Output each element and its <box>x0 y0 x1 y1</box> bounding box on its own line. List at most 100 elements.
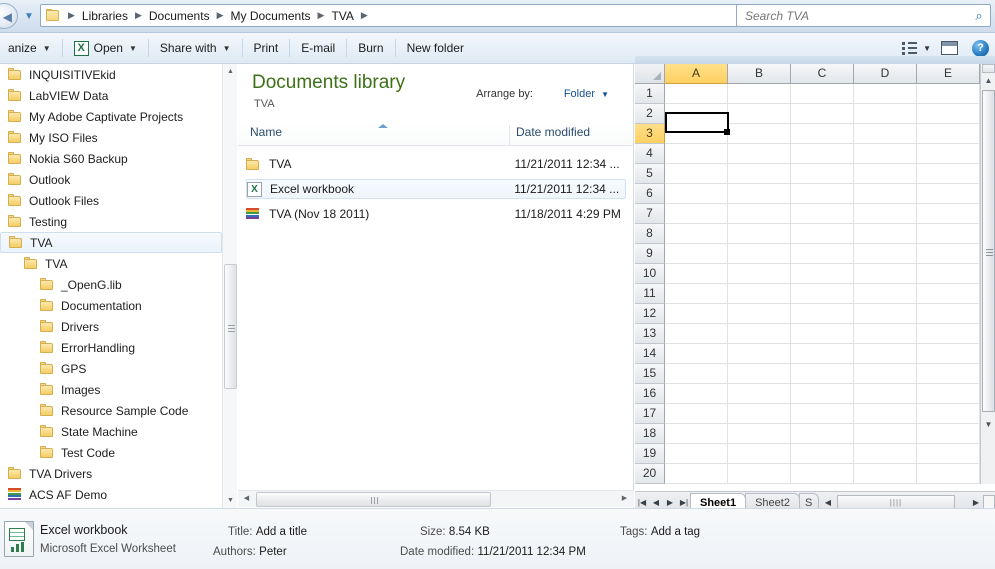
excel-cell-E11[interactable] <box>917 284 980 304</box>
excel-cell-A16[interactable] <box>665 384 728 404</box>
excel-cell-B5[interactable] <box>728 164 791 184</box>
excel-cell-A7[interactable] <box>665 204 728 224</box>
tree-item-state-machine[interactable]: State Machine <box>0 421 222 442</box>
excel-cell-D16[interactable] <box>854 384 917 404</box>
excel-cell-E6[interactable] <box>917 184 980 204</box>
column-header-name[interactable]: Name <box>248 125 510 145</box>
tree-item-resource-sample-code[interactable]: Resource Sample Code <box>0 400 222 421</box>
nav-scroll-thumb[interactable] <box>224 264 237 389</box>
excel-column-header-A[interactable]: A <box>665 64 728 84</box>
excel-cell-C8[interactable] <box>791 224 854 244</box>
excel-cell-B20[interactable] <box>728 464 791 484</box>
search-box[interactable]: Search TVA ⌕ <box>736 4 991 27</box>
excel-cell-B18[interactable] <box>728 424 791 444</box>
excel-cell-D6[interactable] <box>854 184 917 204</box>
excel-row-header-2[interactable]: 2 <box>635 104 665 124</box>
excel-row-header-9[interactable]: 9 <box>635 244 665 264</box>
scroll-down-arrow-icon[interactable]: ▼ <box>223 493 238 508</box>
tree-item-errorhandling[interactable]: ErrorHandling <box>0 337 222 358</box>
excel-cell-A10[interactable] <box>665 264 728 284</box>
breadcrumb-documents[interactable]: Documents <box>146 7 213 25</box>
excel-cell-D5[interactable] <box>854 164 917 184</box>
excel-cell-E14[interactable] <box>917 344 980 364</box>
excel-cell-C14[interactable] <box>791 344 854 364</box>
scroll-up-arrow-icon[interactable]: ▲ <box>223 64 238 79</box>
tree-item-acs-af-demo[interactable]: ACS AF Demo <box>0 484 222 505</box>
excel-cell-B13[interactable] <box>728 324 791 344</box>
excel-cell-C18[interactable] <box>791 424 854 444</box>
details-title-field[interactable]: Title: Add a title <box>228 524 307 538</box>
excel-row-header-19[interactable]: 19 <box>635 444 665 464</box>
active-cell-a3[interactable] <box>665 112 729 133</box>
chevron-down-icon[interactable]: ▼ <box>601 90 609 99</box>
excel-scroll-thumb[interactable] <box>982 90 995 412</box>
details-tags-value[interactable]: Add a tag <box>651 526 700 538</box>
excel-cell-B2[interactable] <box>728 104 791 124</box>
excel-cell-B7[interactable] <box>728 204 791 224</box>
excel-cell-C16[interactable] <box>791 384 854 404</box>
excel-column-header-C[interactable]: C <box>791 64 854 84</box>
column-header-date-modified[interactable]: Date modified <box>512 125 632 145</box>
excel-cell-B11[interactable] <box>728 284 791 304</box>
recent-pages-icon[interactable]: ▼ <box>22 10 36 24</box>
excel-cell-D13[interactable] <box>854 324 917 344</box>
details-authors-value[interactable]: Peter <box>259 546 287 558</box>
search-input[interactable]: Search TVA <box>737 9 968 23</box>
excel-cell-D10[interactable] <box>854 264 917 284</box>
excel-cell-D15[interactable] <box>854 364 917 384</box>
select-all-corner-button[interactable] <box>635 64 665 84</box>
excel-row-header-3[interactable]: 3 <box>635 124 665 144</box>
open-button[interactable]: Open ▼ <box>66 36 145 60</box>
excel-cell-D4[interactable] <box>854 144 917 164</box>
view-options-icon[interactable] <box>899 39 919 57</box>
excel-row-header-17[interactable]: 17 <box>635 404 665 424</box>
excel-cell-E10[interactable] <box>917 264 980 284</box>
excel-cell-A13[interactable] <box>665 324 728 344</box>
excel-cell-E12[interactable] <box>917 304 980 324</box>
excel-cell-C4[interactable] <box>791 144 854 164</box>
excel-cell-E4[interactable] <box>917 144 980 164</box>
excel-cell-B15[interactable] <box>728 364 791 384</box>
excel-cell-D1[interactable] <box>854 84 917 104</box>
tree-item-images[interactable]: Images <box>0 379 222 400</box>
excel-row-header-6[interactable]: 6 <box>635 184 665 204</box>
excel-cell-D7[interactable] <box>854 204 917 224</box>
excel-row-header-18[interactable]: 18 <box>635 424 665 444</box>
excel-cell-A19[interactable] <box>665 444 728 464</box>
excel-cell-A8[interactable] <box>665 224 728 244</box>
excel-cell-C10[interactable] <box>791 264 854 284</box>
excel-cell-E1[interactable] <box>917 84 980 104</box>
arrange-by-value[interactable]: Folder <box>564 88 595 100</box>
excel-cell-C13[interactable] <box>791 324 854 344</box>
excel-cell-E15[interactable] <box>917 364 980 384</box>
excel-cell-D9[interactable] <box>854 244 917 264</box>
excel-cell-B1[interactable] <box>728 84 791 104</box>
excel-row-header-20[interactable]: 20 <box>635 464 665 484</box>
excel-row-header-10[interactable]: 10 <box>635 264 665 284</box>
excel-cell-B16[interactable] <box>728 384 791 404</box>
details-authors-field[interactable]: Authors: Peter <box>213 544 287 558</box>
scroll-right-arrow-icon[interactable]: ▶ <box>617 491 632 507</box>
excel-cell-C2[interactable] <box>791 104 854 124</box>
excel-grid-body[interactable]: 1 2 3 4 5 6 7 8 9 10 11 12 13 14 15 16 17 18 19 20 <box>635 84 980 484</box>
organize-button[interactable]: anize ▼ <box>0 36 59 60</box>
excel-cell-D8[interactable] <box>854 224 917 244</box>
preview-pane-icon[interactable] <box>941 41 958 55</box>
tree-item-documentation[interactable]: Documentation <box>0 295 222 316</box>
breadcrumb-tva[interactable]: TVA <box>328 7 356 25</box>
excel-cell-B6[interactable] <box>728 184 791 204</box>
excel-row-header-11[interactable]: 11 <box>635 284 665 304</box>
tree-item-tva-drivers[interactable]: TVA Drivers <box>0 463 222 484</box>
excel-cell-E20[interactable] <box>917 464 980 484</box>
excel-cell-A14[interactable] <box>665 344 728 364</box>
excel-cell-A9[interactable] <box>665 244 728 264</box>
tree-item-tva[interactable]: TVA <box>0 232 222 253</box>
excel-cell-E16[interactable] <box>917 384 980 404</box>
excel-row-header-1[interactable]: 1 <box>635 84 665 104</box>
tree-item-inquisitivekid[interactable]: INQUISITIVEkid <box>0 64 222 85</box>
excel-cell-B10[interactable] <box>728 264 791 284</box>
excel-cell-A18[interactable] <box>665 424 728 444</box>
excel-cell-A17[interactable] <box>665 404 728 424</box>
excel-cell-B4[interactable] <box>728 144 791 164</box>
scroll-left-arrow-icon[interactable]: ◀ <box>239 491 254 507</box>
